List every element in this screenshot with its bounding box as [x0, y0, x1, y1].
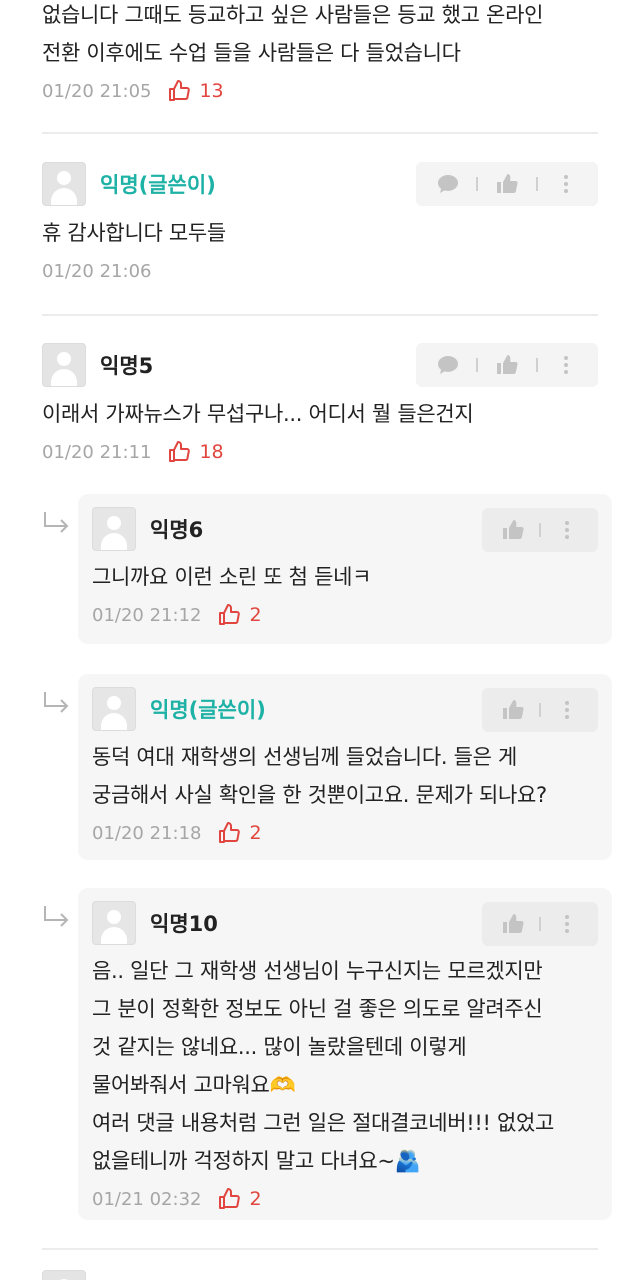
comment-time: 01/20 21:05 [42, 80, 152, 102]
reply-text: 그니까요 이런 소린 또 첨 듣네ㅋ [92, 565, 372, 589]
reply-author: 익명6 [150, 518, 204, 542]
reply-button[interactable] [433, 350, 463, 380]
comment-actions [416, 162, 598, 206]
reply-card: 익명(글쓴이) 동덕 여대 재학생의 선생님께 들었습니다. 들은 게 궁금해서… [78, 674, 612, 860]
more-vertical-icon [564, 356, 569, 374]
reply-text: 동덕 여대 재학생의 선생님께 들었습니다. 들은 게 궁금해서 사실 확인을 … [92, 745, 547, 807]
reply-actions [482, 902, 598, 946]
like-count: 13 [167, 79, 224, 103]
reply-author: 익명10 [150, 912, 218, 936]
thumbs-up-icon [502, 520, 524, 539]
reply-arrow-icon [44, 906, 69, 927]
comment-thread: 없습니다 그때도 등교하고 싶은 사람들은 등교 했고 온라인 전환 이후에도 … [0, 0, 640, 1280]
thumbs-up-icon [502, 914, 524, 933]
divider [535, 358, 538, 372]
divider [476, 358, 479, 372]
comment-header: 익명5 [42, 341, 598, 389]
like-count: 2 [217, 1187, 262, 1211]
reply: 익명10 음.. 일단 그 재학생 선생님이 누구신지는 모르겠지만 그 분이 … [42, 888, 612, 1220]
comment-meta: 01/20 21:06 [42, 256, 598, 286]
like-count-value: 13 [199, 80, 224, 102]
thumbs-up-icon [496, 355, 518, 374]
comment-text: 휴 감사합니다 모두들 [42, 221, 226, 245]
reply-time: 01/20 21:12 [92, 604, 202, 626]
divider [538, 703, 541, 717]
thumbs-up-icon [502, 700, 524, 719]
reply-meta: 01/20 21:12 2 [92, 600, 598, 630]
like-count-value: 18 [199, 441, 224, 463]
reply-card: 익명6 그니까요 이런 소린 또 첨 듣네ㅋ 01/20 21:12 2 [78, 494, 612, 644]
reply-button[interactable] [433, 169, 463, 199]
avatar [92, 687, 136, 731]
like-button[interactable] [492, 350, 522, 380]
reply-arrow-icon [44, 512, 69, 533]
avatar [92, 507, 136, 551]
comment-text: 없습니다 그때도 등교하고 싶은 사람들은 등교 했고 온라인 전환 이후에도 … [42, 3, 544, 65]
more-button[interactable] [552, 515, 582, 545]
divider [42, 314, 598, 316]
comment-time: 01/20 21:06 [42, 260, 152, 282]
divider [476, 177, 479, 191]
more-vertical-icon [564, 175, 569, 193]
avatar [42, 1270, 86, 1280]
reply-text: 음.. 일단 그 재학생 선생님이 누구신지는 모르겠지만 그 분이 정확한 정… [92, 959, 555, 1173]
comment-actions [416, 343, 598, 387]
more-button[interactable] [552, 909, 582, 939]
reply-time: 01/21 02:32 [92, 1188, 202, 1210]
comment-tail: 없습니다 그때도 등교하고 싶은 사람들은 등교 했고 온라인 전환 이후에도 … [42, 0, 598, 106]
like-count: 18 [167, 440, 224, 464]
reply-card: 익명10 음.. 일단 그 재학생 선생님이 누구신지는 모르겠지만 그 분이 … [78, 888, 612, 1220]
divider [42, 1248, 598, 1250]
divider [535, 177, 538, 191]
reply-actions [482, 688, 598, 732]
more-button[interactable] [551, 350, 581, 380]
like-count: 2 [217, 603, 262, 627]
like-count: 2 [217, 821, 262, 845]
reply-arrow-icon [44, 692, 69, 713]
comment-meta: 01/20 21:11 18 [42, 437, 598, 467]
reply: 익명(글쓴이) 동덕 여대 재학생의 선생님께 들었습니다. 들은 게 궁금해서… [42, 674, 612, 860]
comment-time: 01/20 21:11 [42, 441, 152, 463]
reply: 익명6 그니까요 이런 소린 또 첨 듣네ㅋ 01/20 21:12 2 [42, 494, 612, 644]
more-vertical-icon [565, 915, 570, 933]
thumbs-up-outline-icon [219, 604, 241, 625]
thumbs-up-outline-icon [219, 822, 241, 843]
thumbs-up-outline-icon [169, 441, 191, 462]
comment: 익명(글쓴이) 휴 감사합니다 모두들 01/20 21:06 [42, 160, 598, 286]
reply-actions [482, 508, 598, 552]
more-vertical-icon [565, 521, 570, 539]
avatar [42, 162, 86, 206]
avatar [42, 343, 86, 387]
reply-meta: 01/21 02:32 2 [92, 1184, 598, 1214]
like-button[interactable] [498, 695, 528, 725]
comment-meta: 01/20 21:05 13 [42, 76, 598, 106]
like-button[interactable] [498, 909, 528, 939]
thumbs-up-outline-icon [169, 80, 191, 101]
speech-bubble-icon [437, 356, 458, 374]
comment-text: 이래서 가짜뉴스가 무섭구나... 어디서 뭘 들은건지 [42, 402, 474, 426]
like-button[interactable] [492, 169, 522, 199]
comment-header: 익명(글쓴이) [42, 160, 598, 208]
divider [42, 132, 598, 134]
more-button[interactable] [551, 169, 581, 199]
like-count-value: 2 [249, 1188, 262, 1210]
like-count-value: 2 [249, 822, 262, 844]
thumbs-up-outline-icon [219, 1188, 241, 1209]
more-vertical-icon [565, 701, 570, 719]
avatar [92, 901, 136, 945]
comment-author: 익명(글쓴이) [100, 173, 216, 197]
reply-author: 익명(글쓴이) [150, 698, 266, 722]
divider [538, 523, 541, 537]
like-count-value: 2 [249, 604, 262, 626]
more-button[interactable] [552, 695, 582, 725]
thumbs-up-icon [496, 174, 518, 193]
reply-meta: 01/20 21:18 2 [92, 818, 598, 848]
like-button[interactable] [498, 515, 528, 545]
speech-bubble-icon [437, 175, 458, 193]
reply-time: 01/20 21:18 [92, 822, 202, 844]
divider [538, 917, 541, 931]
comment-author: 익명5 [100, 354, 154, 378]
comment: 익명5 이래서 가짜뉴스가 무섭구나... 어디서 뭘 들은건지 01/20 2… [42, 341, 598, 467]
